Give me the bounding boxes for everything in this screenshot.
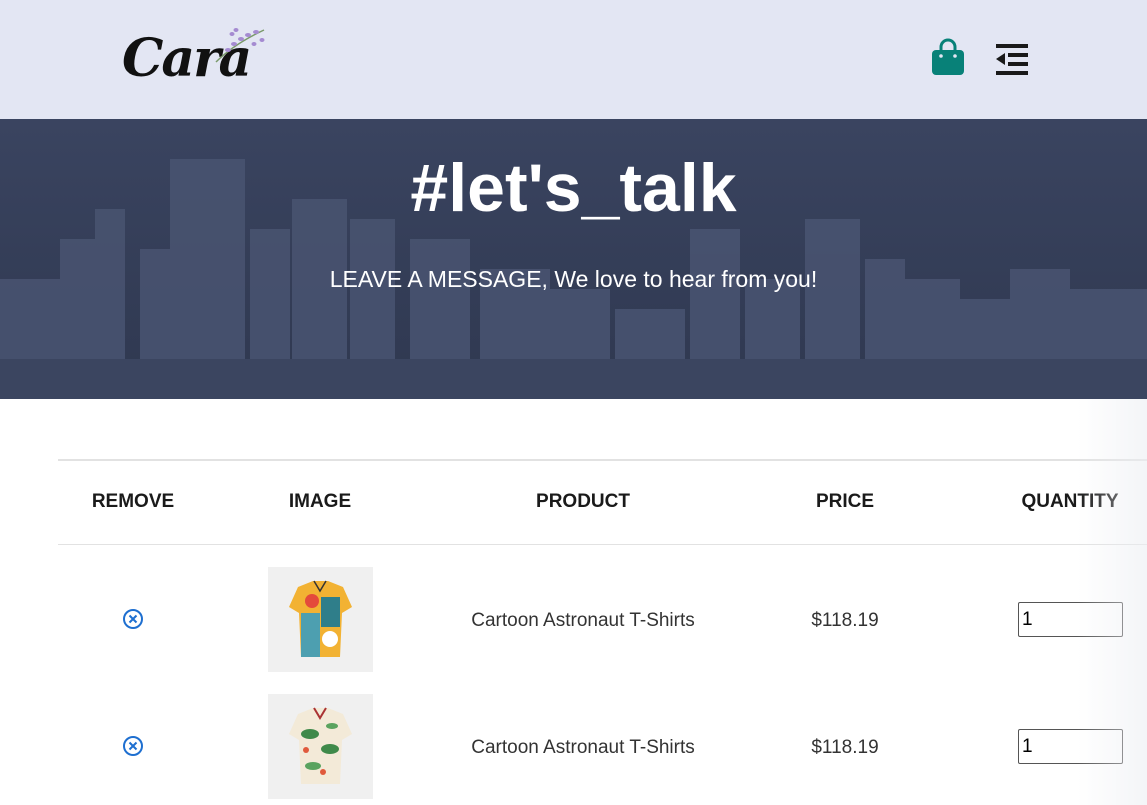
site-header: Cara <box>0 0 1147 119</box>
colorful-shirt-icon <box>289 580 352 657</box>
circle-x-icon[interactable] <box>122 608 144 630</box>
quantity-input[interactable] <box>1018 602 1123 637</box>
table-row: Cartoon Astronaut T-Shirts $118.19 <box>58 545 1147 672</box>
table-header: REMOVE IMAGE PRODUCT PRICE QUANTITY <box>58 459 1147 545</box>
cart-table: REMOVE IMAGE PRODUCT PRICE QUANTITY Cart… <box>58 459 1147 799</box>
column-header-quantity: QUANTITY <box>1021 491 1119 512</box>
hero-banner: #let's_talk LEAVE A MESSAGE, We love to … <box>0 119 1147 399</box>
shopping-bag-icon[interactable] <box>930 38 966 76</box>
product-name[interactable]: Cartoon Astronaut T-Shirts <box>471 610 695 632</box>
floral-shirt-icon <box>289 707 352 784</box>
hero-subtitle: LEAVE A MESSAGE, We love to hear from yo… <box>329 266 818 292</box>
lavender-sprig-icon <box>215 28 265 63</box>
column-header-price: PRICE <box>815 491 875 512</box>
table-row: Cartoon Astronaut T-Shirts $118.19 <box>58 672 1147 799</box>
menu-collapse-icon[interactable] <box>994 42 1030 76</box>
product-price: $118.19 <box>811 610 879 631</box>
product-image <box>268 567 373 672</box>
product-image <box>268 694 373 799</box>
column-header-image: IMAGE <box>288 491 352 512</box>
product-name[interactable]: Cartoon Astronaut T-Shirts <box>471 737 695 759</box>
column-header-product: PRODUCT <box>536 491 630 512</box>
circle-x-icon[interactable] <box>122 735 144 757</box>
product-price: $118.19 <box>811 737 879 758</box>
hero-title: #let's_talk <box>410 150 737 226</box>
cara-logo[interactable]: Cara <box>122 24 272 90</box>
quantity-input[interactable] <box>1018 729 1123 764</box>
column-header-remove: REMOVE <box>91 491 175 512</box>
